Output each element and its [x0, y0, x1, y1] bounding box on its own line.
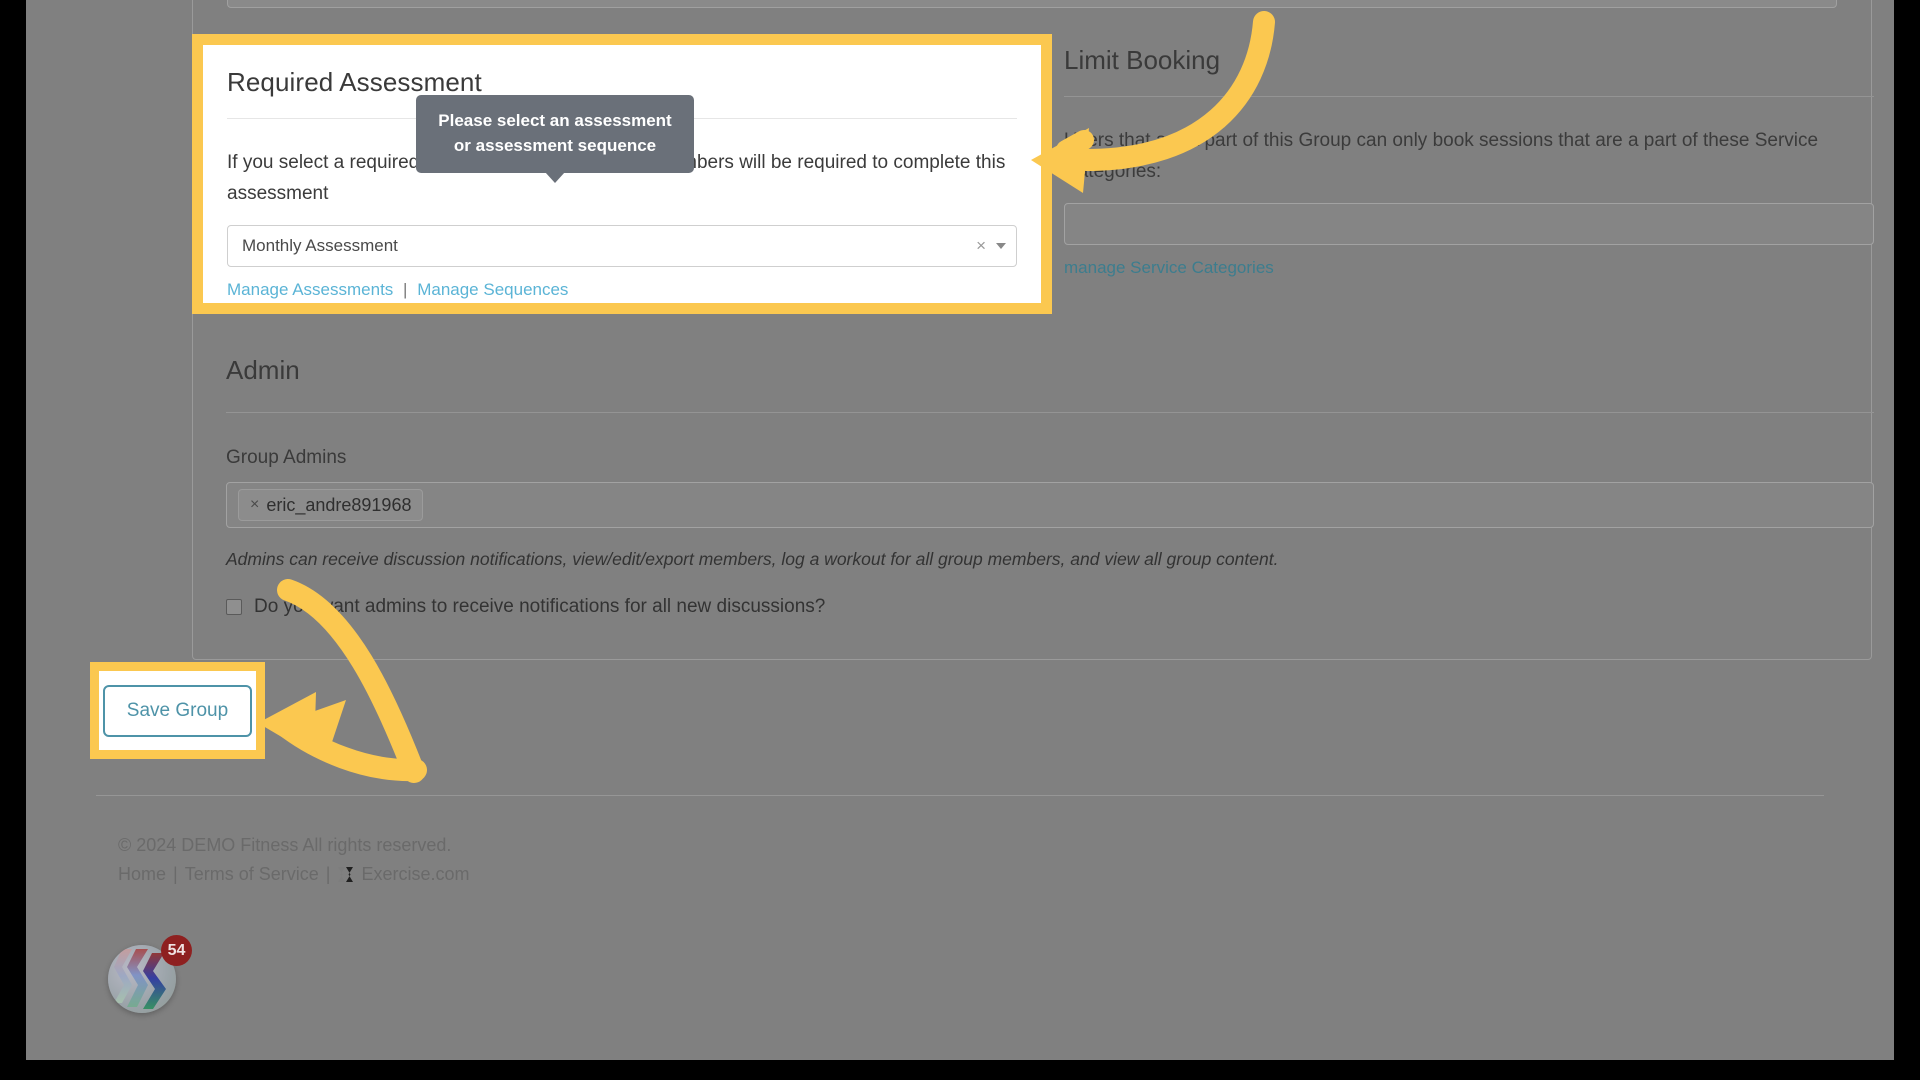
assessment-select-value: Monthly Assessment: [242, 236, 398, 255]
assessment-select[interactable]: Monthly Assessment ×: [227, 225, 1017, 267]
save-group-button[interactable]: Save Group: [102, 684, 253, 737]
admin-title: Admin: [226, 355, 300, 385]
section-divider: [226, 412, 1874, 413]
admin-permissions-note: Admins can receive discussion notificati…: [226, 549, 1279, 569]
save-group-backdrop: Save Group: [99, 671, 256, 750]
app-launcher-badge[interactable]: 54: [106, 935, 192, 1021]
footer-copyright: © 2024 DEMO Fitness All rights reserved.: [118, 835, 452, 855]
manage-sequences-link[interactable]: Manage Sequences: [417, 280, 568, 299]
page-viewport: Required Assessment If you select a requ…: [26, 0, 1894, 1060]
assessment-tooltip-text: Please select an assessment or assessmen…: [438, 111, 672, 155]
tooltip-pointer: [545, 172, 565, 183]
footer-home-link[interactable]: Home: [118, 864, 166, 885]
admin-tag-label: eric_andre891968: [266, 494, 412, 515]
admin-notifications-row[interactable]: Do you want admins to receive notificati…: [226, 596, 1874, 618]
required-assessment-title: Required Assessment: [227, 67, 482, 97]
chevron-down-icon[interactable]: [996, 243, 1006, 249]
admin-notifications-label: Do you want admins to receive notificati…: [254, 596, 826, 617]
required-assessment-highlight: Required Assessment If you select a requ…: [192, 34, 1052, 314]
admin-notifications-checkbox[interactable]: [226, 599, 242, 615]
footer-links: Home | Terms of Service | Exercise.com: [118, 864, 469, 885]
manage-assessments-link[interactable]: Manage Assessments: [227, 280, 393, 299]
footer-separator: |: [325, 864, 331, 884]
limit-booking-description: Users that are a part of this Group can …: [1064, 130, 1819, 182]
footer-separator: |: [173, 864, 178, 884]
section-divider: [1064, 96, 1874, 97]
manage-service-categories-link[interactable]: manage Service Categories: [1064, 258, 1274, 278]
footer: © 2024 DEMO Fitness All rights reserved.…: [118, 835, 469, 885]
content-area: Required Assessment If you select a requ…: [96, 0, 1874, 795]
group-admins-input[interactable]: × eric_andre891968: [226, 482, 1874, 528]
service-categories-input[interactable]: [1064, 203, 1874, 245]
required-assessment-section: Required Assessment If you select a requ…: [203, 45, 1041, 303]
limit-booking-section: Limit Booking Users that are a part of t…: [1064, 45, 1874, 278]
group-admins-label: Group Admins: [226, 447, 347, 468]
footer-divider: [96, 795, 1824, 796]
clear-selection-icon[interactable]: ×: [976, 236, 986, 256]
assessment-tooltip: Please select an assessment or assessmen…: [416, 95, 694, 183]
admin-tag[interactable]: × eric_andre891968: [238, 489, 424, 521]
exercise-logo-icon: [337, 865, 356, 884]
limit-booking-title: Limit Booking: [1064, 45, 1221, 75]
notification-count-badge: 54: [161, 935, 192, 966]
footer-exercise-link[interactable]: Exercise.com: [361, 864, 469, 885]
assessment-links: Manage Assessments | Manage Sequences: [227, 280, 1017, 300]
top-partial-input[interactable]: [227, 0, 1837, 8]
admin-section: Admin Group Admins × eric_andre891968 Ad…: [226, 355, 1874, 618]
remove-tag-icon[interactable]: ×: [250, 496, 259, 514]
link-separator: |: [403, 280, 408, 299]
save-group-highlight: Save Group: [90, 662, 265, 759]
footer-terms-link[interactable]: Terms of Service: [185, 864, 319, 885]
